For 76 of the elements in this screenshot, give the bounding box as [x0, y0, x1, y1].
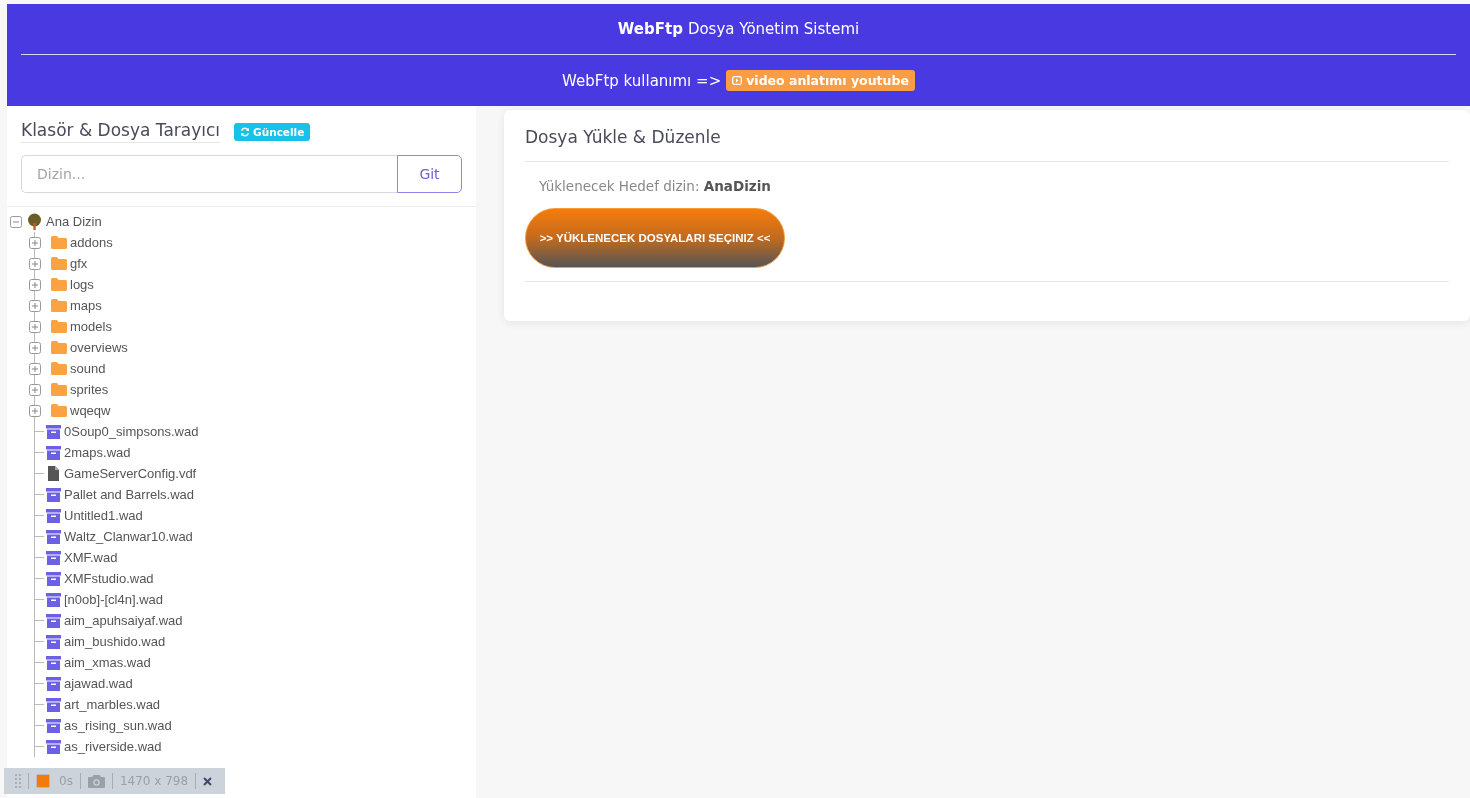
- archive-icon: [46, 739, 61, 754]
- expand-toggle-icon[interactable]: [29, 257, 41, 270]
- tree-item[interactable]: XMFstudio.wad: [64, 571, 154, 586]
- tree-item[interactable]: sprites: [70, 382, 109, 397]
- tree-item[interactable]: Untitled1.wad: [64, 508, 143, 523]
- tree-item[interactable]: ajawad.wad: [64, 676, 133, 691]
- tree-item[interactable]: GameServerConfig.vdf: [64, 466, 197, 481]
- tree-item[interactable]: XMF.wad: [64, 550, 118, 565]
- expand-toggle-icon[interactable]: [29, 341, 41, 354]
- select-files-button[interactable]: >> YÜKLENECEK DOSYALARI SEÇINIZ <<: [525, 208, 785, 268]
- path-field[interactable]: Dizin...: [21, 155, 397, 193]
- tree-item[interactable]: Pallet and Barrels.wad: [64, 487, 195, 502]
- expand-toggle-icon[interactable]: [29, 236, 41, 249]
- tree-icon: [26, 213, 43, 230]
- folder-icon: [51, 278, 67, 291]
- folder-icon: [51, 362, 67, 375]
- archive-icon: [46, 634, 61, 649]
- tree-item[interactable]: Waltz_Clanwar10.wad: [64, 529, 193, 544]
- target-directory-text: Yüklenecek Hedef dizin: AnaDizin: [539, 178, 772, 194]
- tree-item[interactable]: logs: [70, 277, 94, 292]
- expand-toggle-icon[interactable]: [29, 278, 41, 291]
- folder-icon: [51, 320, 67, 333]
- collapse-toggle-icon[interactable]: [10, 215, 22, 228]
- close-icon[interactable]: [203, 776, 213, 786]
- expand-toggle-icon[interactable]: [29, 404, 41, 417]
- archive-icon: [46, 529, 61, 544]
- play-icon: [732, 76, 743, 85]
- archive-icon: [46, 550, 61, 565]
- document-icon: [46, 466, 61, 481]
- tree-item[interactable]: as_rising_sun.wad: [64, 718, 172, 733]
- card-title: Dosya Yükle & Düzenle: [525, 110, 1449, 162]
- tree-item[interactable]: gfx: [70, 256, 88, 271]
- tree-item[interactable]: 2maps.wad: [64, 445, 131, 460]
- tree-item[interactable]: art_marbles.wad: [64, 697, 161, 712]
- go-button[interactable]: Git: [397, 155, 462, 193]
- archive-icon: [46, 445, 61, 460]
- folder-icon: [51, 383, 67, 396]
- archive-icon: [46, 655, 61, 670]
- archive-icon: [46, 424, 61, 439]
- camera-icon[interactable]: [87, 774, 105, 788]
- folder-icon: [51, 341, 67, 354]
- expand-toggle-icon[interactable]: [29, 299, 41, 312]
- archive-icon: [46, 613, 61, 628]
- expand-toggle-icon[interactable]: [29, 362, 41, 375]
- stop-icon[interactable]: [36, 774, 50, 788]
- tree-item[interactable]: 0Soup0_simpsons.wad: [64, 424, 199, 439]
- expand-toggle-icon[interactable]: [29, 383, 41, 396]
- archive-icon: [46, 592, 61, 607]
- archive-icon: [46, 571, 61, 586]
- tree-item[interactable]: aim_xmas.wad: [64, 655, 151, 670]
- tree-item[interactable]: maps: [70, 298, 102, 313]
- usage-text: WebFtp kullanımı =>: [562, 71, 722, 90]
- archive-icon: [46, 718, 61, 733]
- tree-item[interactable]: addons: [70, 235, 113, 250]
- archive-icon: [46, 508, 61, 523]
- tree-item[interactable]: Ana Dizin: [46, 214, 102, 229]
- drag-handle-icon[interactable]: [15, 774, 21, 788]
- tree-item[interactable]: as_riverside.wad: [64, 739, 162, 754]
- tree-item[interactable]: [n0ob]-[cl4n].wad: [64, 592, 163, 607]
- archive-icon: [46, 487, 61, 502]
- app-title: WebFtp Dosya Yönetim Sistemi: [21, 4, 1456, 55]
- folder-icon: [51, 236, 67, 249]
- folder-icon: [51, 299, 67, 312]
- refresh-icon: [240, 126, 251, 137]
- archive-icon: [46, 676, 61, 691]
- expand-toggle-icon[interactable]: [29, 320, 41, 333]
- tree-item[interactable]: wqeqw: [70, 403, 111, 418]
- tree-item[interactable]: overviews: [70, 340, 128, 355]
- tree-item[interactable]: models: [70, 319, 112, 334]
- tree-item[interactable]: sound: [70, 361, 106, 376]
- folder-icon: [51, 257, 67, 270]
- tree-item[interactable]: aim_bushido.wad: [64, 634, 166, 649]
- panel-title: Klasör & Dosya Tarayıcı: [21, 120, 221, 143]
- folder-icon: [51, 404, 67, 417]
- tree-item[interactable]: aim_apuhsaiyaf.wad: [64, 613, 183, 628]
- archive-icon: [46, 697, 61, 712]
